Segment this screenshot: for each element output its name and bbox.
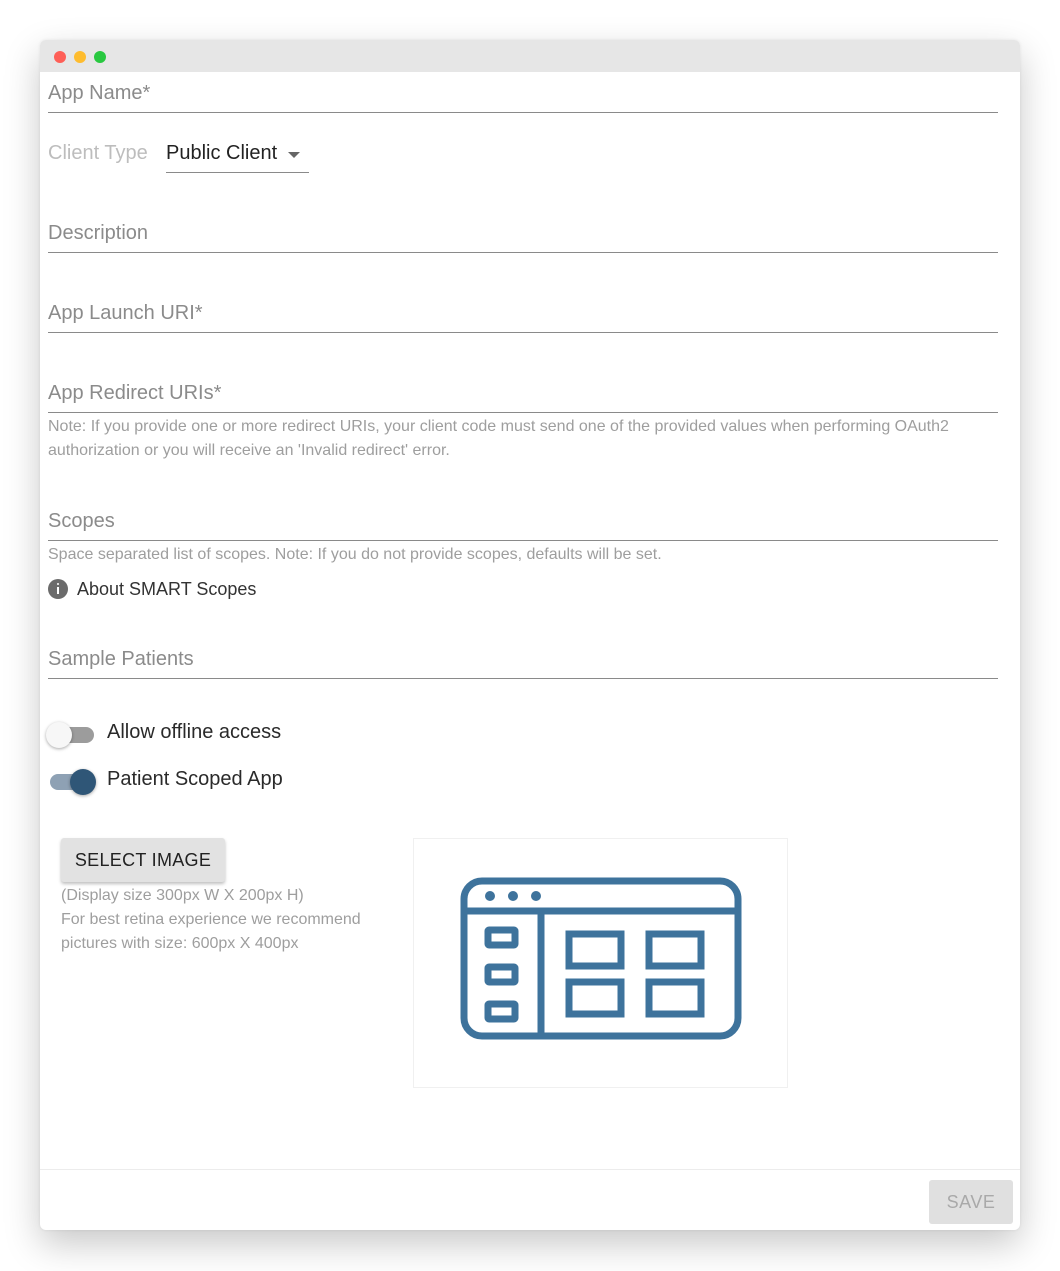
scopes-label: Scopes [48, 510, 115, 532]
redirect-uris-input[interactable]: App Redirect URIs* [48, 380, 998, 413]
toggle-thumb [46, 722, 72, 748]
image-note-line: (Display size 300px W X 200px H) [61, 887, 304, 904]
redirect-uris-label: App Redirect URIs* [48, 382, 222, 404]
app-window-icon [460, 877, 742, 1040]
image-note-line: pictures with size: 600px X 400px [61, 935, 299, 952]
image-note-line: For best retina experience we recommend [61, 911, 361, 928]
maximize-window-button[interactable] [94, 51, 106, 63]
description-input[interactable]: Description [48, 220, 998, 253]
info-icon [48, 579, 68, 599]
description-label: Description [48, 222, 149, 244]
launch-uri-input[interactable]: App Launch URI* [48, 300, 998, 333]
client-type-label: Client Type [48, 142, 148, 164]
app-name-input[interactable]: App Name* [48, 80, 998, 113]
app-dialog-window: App Name* Client Type Public Client Desc… [40, 40, 1020, 1230]
patient-scoped-toggle[interactable] [46, 766, 98, 796]
about-smart-scopes-label: About SMART Scopes [77, 578, 257, 599]
select-image-button[interactable]: SELECT IMAGE [61, 838, 225, 882]
image-preview [413, 838, 788, 1088]
sample-patients-label: Sample Patients [48, 648, 194, 670]
scopes-helper-text: Space separated list of scopes. Note: If… [48, 546, 662, 563]
close-window-button[interactable] [54, 51, 66, 63]
about-smart-scopes-link[interactable]: About SMART Scopes [48, 577, 256, 601]
offline-access-toggle[interactable] [46, 719, 98, 749]
chevron-down-icon [288, 152, 300, 158]
redirect-uris-helper-text: Note: If you provide one or more redirec… [48, 418, 949, 459]
sample-patients-input[interactable]: Sample Patients [48, 646, 998, 679]
patient-scoped-label: Patient Scoped App [107, 768, 283, 790]
window-titlebar [40, 40, 1020, 72]
toggle-thumb [70, 769, 96, 795]
app-name-label: App Name* [48, 82, 151, 104]
scopes-input[interactable]: Scopes [48, 508, 998, 541]
offline-access-label: Allow offline access [107, 721, 282, 743]
client-type-value: Public Client [166, 142, 278, 164]
client-type-select[interactable]: Public Client [166, 136, 309, 173]
minimize-window-button[interactable] [74, 51, 86, 63]
image-size-note: (Display size 300px W X 200px H) For bes… [61, 884, 381, 956]
launch-uri-label: App Launch URI* [48, 302, 203, 324]
save-button[interactable]: SAVE [929, 1180, 1013, 1224]
footer-divider [40, 1169, 1020, 1170]
